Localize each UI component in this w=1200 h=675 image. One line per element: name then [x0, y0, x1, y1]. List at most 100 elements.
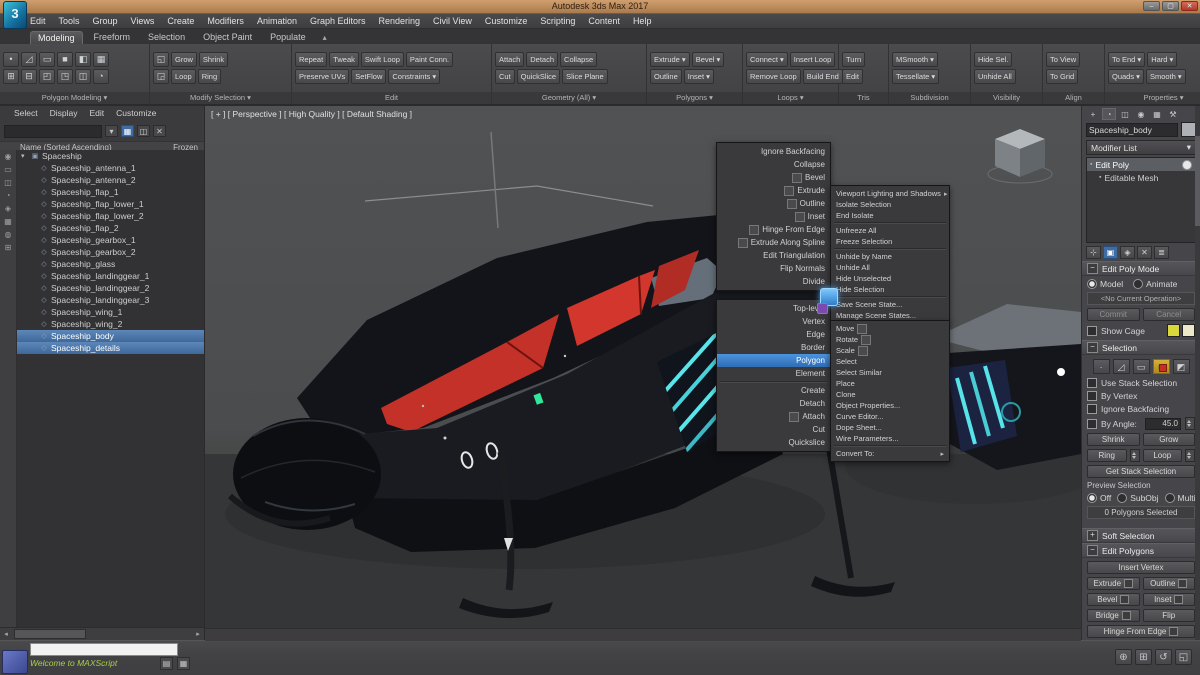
- tree-row-spaceship[interactable]: ▾▣Spaceship: [17, 150, 204, 162]
- button-bridge[interactable]: Bridge: [1087, 609, 1140, 622]
- ribbon-button-unhide-all[interactable]: Unhide All: [974, 69, 1016, 84]
- quad-item-edit-triangulation[interactable]: Edit Triangulation: [717, 249, 830, 262]
- vertex-subobject-icon[interactable]: ∙: [1093, 359, 1110, 374]
- display-all-icon[interactable]: ◉: [5, 152, 12, 161]
- isolate-toggle-icon[interactable]: [2, 650, 28, 674]
- scroll-thumb[interactable]: [14, 629, 86, 639]
- spinner-icon[interactable]: [1130, 449, 1140, 462]
- settings-box-icon[interactable]: [787, 199, 797, 209]
- tree-row-spaceship-wing-1[interactable]: ◇Spaceship_wing_1: [17, 306, 204, 318]
- ribbon-tab-populate[interactable]: Populate: [263, 31, 313, 44]
- app-logo-icon[interactable]: 3: [3, 1, 27, 29]
- get-stack-selection-button[interactable]: Get Stack Selection: [1087, 465, 1195, 478]
- ribbon-button-tweak[interactable]: Tweak: [329, 52, 359, 67]
- vertex-mode-icon[interactable]: •: [3, 52, 19, 67]
- edge-subobject-icon[interactable]: ◿: [1113, 359, 1130, 374]
- display-helpers-icon[interactable]: ▦: [4, 217, 12, 226]
- settings-box-icon[interactable]: [1124, 579, 1133, 588]
- expand-all-icon[interactable]: ⊞: [5, 243, 12, 252]
- quad-item-isolate-selection[interactable]: Isolate Selection: [831, 199, 949, 210]
- shrink-button[interactable]: Shrink: [1087, 433, 1140, 446]
- menu-rendering[interactable]: Rendering: [379, 16, 421, 26]
- explorer-tab-select[interactable]: Select: [14, 108, 38, 121]
- ribbon-group-title-modify-selection[interactable]: Modify Selection ▾: [150, 92, 291, 104]
- quad-item-hide-unselected[interactable]: Hide Unselected: [831, 273, 949, 284]
- tree-row-spaceship-flap-lower-1[interactable]: ◇Spaceship_flap_lower_1: [17, 198, 204, 210]
- settings-box-icon[interactable]: [1120, 595, 1129, 604]
- expander-icon[interactable]: ▾: [21, 152, 30, 160]
- scroll-left-icon[interactable]: ◂: [0, 630, 12, 638]
- ribbon-button-quads[interactable]: Quads ▾: [1108, 69, 1144, 84]
- object-name-field[interactable]: [1086, 123, 1178, 137]
- settings-box-icon[interactable]: [789, 412, 799, 422]
- quad-item-create[interactable]: Create: [717, 384, 830, 397]
- clear-search-icon[interactable]: ✕: [153, 125, 166, 137]
- button-outline[interactable]: Outline: [1143, 577, 1196, 590]
- tree-row-spaceship-landinggear-1[interactable]: ◇Spaceship_landinggear_1: [17, 270, 204, 282]
- maxscript-listener-icon[interactable]: ▤: [160, 657, 173, 670]
- border-mode-icon[interactable]: ▭: [39, 52, 55, 67]
- animate-radio[interactable]: Animate: [1133, 279, 1177, 289]
- ribbon-button-bevel[interactable]: Bevel ▾: [692, 52, 725, 67]
- tree-row-spaceship-body[interactable]: ◇Spaceship_body: [17, 330, 204, 342]
- quad-item-clone[interactable]: Clone: [831, 389, 949, 400]
- menu-content[interactable]: Content: [588, 16, 620, 26]
- viewport-label[interactable]: [ + ] [ Perspective ] [ High Quality ] […: [211, 109, 412, 119]
- menu-group[interactable]: Group: [93, 16, 118, 26]
- quad-item-unhide-all[interactable]: Unhide All: [831, 262, 949, 273]
- display-lights-icon[interactable]: ◔: [6, 191, 11, 200]
- pin-stack-icon[interactable]: ⊹: [1086, 246, 1101, 259]
- ribbon-group-title-visibility[interactable]: Visibility: [971, 92, 1042, 104]
- quad-item-object-properties[interactable]: Object Properties...: [831, 400, 949, 411]
- settings-box-icon[interactable]: [861, 335, 871, 345]
- tree-row-spaceship-flap-lower-2[interactable]: ◇Spaceship_flap_lower_2: [17, 210, 204, 222]
- column-chooser-icon[interactable]: ◫: [137, 125, 150, 137]
- quad-item-end-isolate[interactable]: End Isolate: [831, 210, 949, 221]
- ribbon-button-paint-conn[interactable]: Paint Conn.: [406, 52, 453, 67]
- collapse-icon[interactable]: −: [1087, 545, 1098, 556]
- scroll-thumb[interactable]: [1195, 136, 1200, 226]
- ribbon-button-outline[interactable]: Outline: [650, 69, 682, 84]
- tree-row-spaceship-landinggear-2[interactable]: ◇Spaceship_landinggear_2: [17, 282, 204, 294]
- create-tab-icon[interactable]: +: [1086, 108, 1100, 120]
- checkbox-by-vertex[interactable]: By Vertex: [1087, 391, 1195, 401]
- ribbon-button-constraints[interactable]: Constraints ▾: [388, 69, 440, 84]
- ribbon-group-title-align[interactable]: Align: [1043, 92, 1104, 104]
- ribbon-button-repeat[interactable]: Repeat: [295, 52, 327, 67]
- quad-item-select-similar[interactable]: Select Similar: [831, 367, 949, 378]
- menu-modifiers[interactable]: Modifiers: [207, 16, 244, 26]
- element-mode-icon[interactable]: ◧: [75, 52, 91, 67]
- ribbon-button-extrude[interactable]: Extrude ▾: [650, 52, 690, 67]
- settings-box-icon[interactable]: [1169, 627, 1178, 636]
- quad-item-convert-to[interactable]: Convert To:▸: [831, 448, 949, 459]
- modify-tab-icon[interactable]: ◔: [1102, 108, 1116, 120]
- quad-item-viewport-lighting-and-shadows[interactable]: Viewport Lighting and Shadows▸: [831, 188, 949, 199]
- menu-create[interactable]: Create: [167, 16, 194, 26]
- polygon-subobject-icon[interactable]: ■: [1153, 359, 1170, 374]
- cage-selected-color-swatch[interactable]: [1182, 324, 1195, 337]
- menu-civil-view[interactable]: Civil View: [433, 16, 472, 26]
- quad-item-flip-normals[interactable]: Flip Normals: [717, 262, 830, 275]
- button-bevel[interactable]: Bevel: [1087, 593, 1140, 606]
- settings-box-icon[interactable]: [795, 212, 805, 222]
- close-button[interactable]: ✕: [1181, 1, 1198, 11]
- ribbon-button-hard[interactable]: Hard ▾: [1147, 52, 1177, 67]
- ribbon-collapse-icon[interactable]: ▴: [323, 33, 327, 44]
- stack-item-editable-mesh[interactable]: ▪Editable Mesh: [1087, 171, 1195, 184]
- command-panel-scrollbar[interactable]: [1195, 106, 1200, 675]
- motion-tab-icon[interactable]: ◉: [1134, 108, 1148, 120]
- ribbon-tab-object-paint[interactable]: Object Paint: [196, 31, 259, 44]
- rollout-soft-selection[interactable]: + Soft Selection: [1082, 528, 1200, 543]
- ribbon-button-setflow[interactable]: SetFlow: [351, 69, 386, 84]
- ribbon-button-turn[interactable]: Turn: [842, 52, 865, 67]
- ribbon-button-inset[interactable]: Inset ▾: [684, 69, 714, 84]
- settings-box-icon[interactable]: [792, 173, 802, 183]
- ribbon-group-title-geometry-all[interactable]: Geometry (All) ▾: [492, 92, 646, 104]
- quad-item-extrude[interactable]: Extrude: [717, 184, 830, 197]
- edge-mode-icon[interactable]: ◿: [21, 52, 37, 67]
- modifier-enabled-icon[interactable]: [1182, 160, 1192, 170]
- quad-item-scale[interactable]: Scale: [831, 345, 949, 356]
- ribbon-tab-selection[interactable]: Selection: [141, 31, 192, 44]
- quad-item-top-level[interactable]: Top-level: [717, 302, 830, 315]
- macro-recorder-icon[interactable]: ▦: [177, 657, 190, 670]
